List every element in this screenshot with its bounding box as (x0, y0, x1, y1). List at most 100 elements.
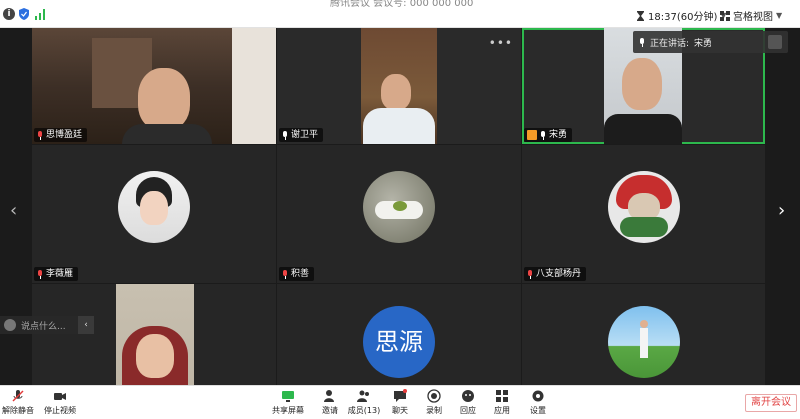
bottom-toolbar: 解除静音 停止视频 共享屏幕 邀请 成员(13) 聊天 录制 回应 应用 设置 … (0, 385, 800, 419)
chat-bubble-icon (394, 389, 407, 402)
chat-icon (4, 319, 16, 331)
chat-input[interactable]: 说点什么... ‹ (0, 316, 94, 334)
mic-muted-icon (282, 269, 288, 279)
share-screen-icon (282, 391, 294, 402)
video-tile-2[interactable]: ••• 谢卫平 (277, 28, 521, 144)
participant-name: 宋勇 (549, 130, 568, 140)
previous-page-arrow[interactable]: ‹ (10, 200, 17, 221)
avatar-scarf-bottom (620, 217, 668, 237)
participant-video (116, 284, 194, 385)
leave-meeting-button[interactable]: 离开会议 (745, 394, 797, 412)
share-screen-label: 共享屏幕 (272, 406, 304, 415)
close-icon[interactable] (768, 35, 782, 49)
avatar-text: 思源 (375, 328, 423, 356)
members-icon (357, 390, 369, 402)
participant-face (138, 68, 190, 130)
participant-shirt (604, 114, 682, 144)
add-person-icon (324, 390, 334, 402)
participant-name: 李薇雁 (46, 269, 74, 279)
name-tag: 思博盈廷 (34, 128, 88, 142)
speaking-notice: 正在讲话: 宋勇 (633, 31, 788, 53)
unmute-label: 解除静音 (2, 406, 34, 415)
mic-icon (639, 37, 645, 47)
participant-video (361, 28, 437, 144)
mic-muted-icon (37, 269, 43, 279)
participant-face (381, 74, 411, 110)
chat-button[interactable]: 聊天 (382, 389, 418, 416)
participant-shirt (363, 108, 435, 144)
avatar (608, 306, 680, 378)
members-button[interactable]: 成员(13) (346, 389, 382, 416)
chevron-left-icon[interactable]: ‹ (78, 316, 94, 334)
participant-name: 思博盈廷 (46, 130, 83, 140)
avatar-face (140, 191, 168, 225)
name-tag: 积善 (279, 267, 315, 281)
view-toggle-label: 宫格视图 (733, 12, 773, 23)
top-bar: 腾讯会议 会议号: 000 000 000 i 18:37(60分钟) ▼ 宫格… (0, 0, 800, 28)
shield-icon[interactable] (18, 8, 30, 20)
name-tag: 八支部杨丹 (524, 267, 587, 281)
apps-button[interactable]: 应用 (484, 389, 520, 416)
avatar-leaf (393, 201, 407, 211)
name-tag: 李薇雁 (34, 267, 79, 281)
signal-icon[interactable] (34, 8, 46, 20)
chat-label: 聊天 (392, 406, 408, 415)
stop-video-label: 停止视频 (44, 406, 76, 415)
participant-name: 积善 (291, 269, 310, 279)
avatar (608, 171, 680, 243)
mic-off-icon (12, 390, 24, 402)
video-tile-8[interactable]: 思源 (277, 284, 521, 385)
avatar-initials: 思源 (363, 306, 435, 378)
video-camera-icon (54, 393, 66, 400)
invite-button[interactable]: 邀请 (312, 389, 348, 416)
record-button[interactable]: 录制 (416, 389, 452, 416)
mic-icon (282, 130, 288, 140)
share-screen-button[interactable]: 共享屏幕 (270, 389, 306, 416)
speaking-label: 正在讲话: (650, 38, 690, 49)
participant-face (622, 58, 662, 110)
unmute-button[interactable]: 解除静音 (0, 389, 36, 416)
reaction-icon (462, 390, 474, 402)
chat-placeholder: 说点什么... (21, 321, 66, 332)
next-page-arrow[interactable]: › (778, 200, 785, 221)
settings-button[interactable]: 设置 (520, 389, 556, 416)
avatar-golfer (640, 328, 648, 358)
reactions-button[interactable]: 回应 (450, 389, 486, 416)
stop-video-button[interactable]: 停止视频 (42, 389, 78, 416)
timer-text: 18:37(60分钟) (648, 12, 718, 23)
speaking-name: 宋勇 (694, 38, 713, 49)
video-tile-1[interactable]: 思博盈廷 (32, 28, 276, 144)
info-icon[interactable]: i (3, 8, 15, 20)
participant-name: 八支部杨丹 (536, 269, 582, 279)
name-tag: 宋勇 (524, 128, 573, 142)
name-tag: 谢卫平 (279, 128, 324, 142)
host-badge-icon (527, 130, 537, 140)
meeting-timer[interactable]: 18:37(60分钟) ▼ (636, 8, 727, 23)
members-label: 成员(13) (347, 406, 381, 415)
mic-icon (540, 130, 546, 140)
hourglass-icon (637, 10, 644, 21)
chevron-down-icon: ▼ (776, 11, 783, 20)
video-tile-4[interactable]: 李薇雁 (32, 145, 276, 283)
mic-muted-icon (37, 130, 43, 140)
background-person (232, 28, 276, 144)
more-options-button[interactable]: ••• (489, 36, 513, 50)
video-tile-9[interactable] (522, 284, 765, 385)
video-tile-6[interactable]: 八支部杨丹 (522, 145, 765, 283)
meeting-window: 腾讯会议 会议号: 000 000 000 i 18:37(60分钟) ▼ 宫格… (0, 0, 800, 419)
mic-muted-icon (527, 269, 533, 279)
video-tile-5[interactable]: 积善 (277, 145, 521, 283)
view-toggle-button[interactable]: 宫格视图 ▼ (720, 8, 782, 23)
settings-label: 设置 (530, 406, 546, 415)
apps-icon (496, 390, 508, 402)
record-label: 录制 (426, 406, 442, 415)
grid-view-icon (720, 10, 730, 21)
invite-label: 邀请 (322, 406, 338, 415)
participant-name: 谢卫平 (291, 130, 319, 140)
record-icon (427, 389, 441, 403)
video-tile-7[interactable] (32, 284, 276, 385)
avatar (118, 171, 190, 243)
participant-shirt (122, 124, 212, 144)
meeting-title: 腾讯会议 会议号: 000 000 000 (330, 0, 474, 9)
gear-icon (532, 390, 544, 402)
